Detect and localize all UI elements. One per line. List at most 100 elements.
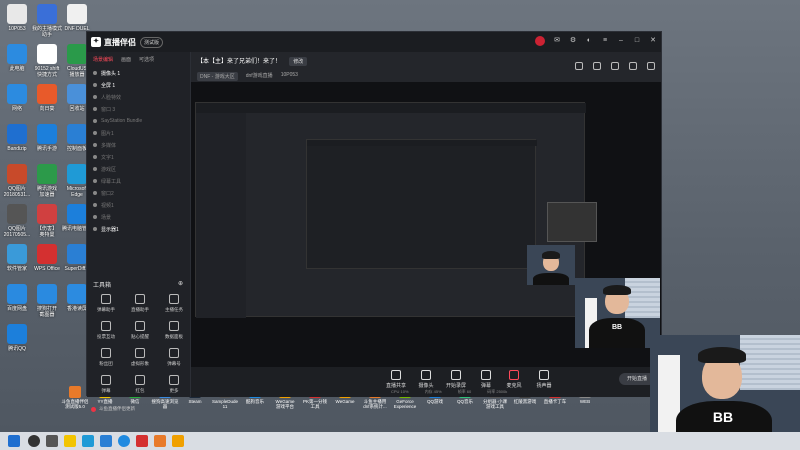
eye-icon[interactable] bbox=[93, 83, 97, 87]
tool-label: 弹幕号 bbox=[167, 361, 181, 366]
scene-tab[interactable]: 场景编辑 bbox=[93, 56, 113, 63]
eye-icon[interactable] bbox=[93, 119, 97, 123]
app-shortcut-label: QQ游戏 bbox=[426, 399, 443, 404]
maximize-icon[interactable]: □ bbox=[633, 37, 641, 45]
scene-item[interactable]: 窗口2 bbox=[87, 187, 190, 199]
explorer-icon[interactable] bbox=[64, 435, 76, 447]
scene-item[interactable]: 窗口 3 bbox=[87, 103, 190, 115]
scene-item[interactable]: SayStation Bundle bbox=[87, 115, 190, 127]
toolbox-tool[interactable]: 贴心提醒 bbox=[125, 319, 155, 347]
toolbox-tool[interactable]: 弹幕 bbox=[91, 373, 121, 401]
scene-label: 窗口 3 bbox=[101, 106, 116, 113]
toolbox-tool[interactable]: 更多 bbox=[159, 373, 189, 401]
room-meta-item: DNF - 游戏大区 bbox=[197, 72, 238, 81]
stat-item: 码率 2500k bbox=[487, 389, 508, 394]
app-shortcut-label: 分组器·小课 游戏工具 bbox=[483, 399, 507, 409]
edge-icon[interactable] bbox=[82, 435, 94, 447]
share-icon[interactable] bbox=[575, 62, 583, 70]
message-icon[interactable]: ✉ bbox=[553, 37, 561, 45]
desktop-icon[interactable]: 腾讯QQ bbox=[0, 322, 38, 374]
app-shortcut-label: 斗鱼直播伴侣 测试版5.0 bbox=[61, 399, 89, 409]
minimize-icon[interactable]: – bbox=[617, 37, 625, 45]
scene-item[interactable]: 绿幕工具 bbox=[87, 175, 190, 187]
scene-item[interactable]: 多媒体 bbox=[87, 139, 190, 151]
desktop-app-icon bbox=[37, 164, 57, 184]
control-button[interactable]: 扬声器 bbox=[529, 370, 559, 389]
desktop-app-icon bbox=[7, 204, 27, 224]
start-icon[interactable] bbox=[8, 435, 20, 447]
toolbox-header: 工具箱 ⊕ bbox=[93, 280, 183, 289]
eye-icon[interactable] bbox=[93, 155, 97, 159]
stat-item: 内存 45% bbox=[424, 389, 442, 394]
app-shortcut-label: SampleDude 11 bbox=[211, 399, 238, 409]
eye-icon[interactable] bbox=[93, 227, 97, 231]
scene-item[interactable]: 视频1 bbox=[87, 199, 190, 211]
scene-item[interactable]: 人脸特效 bbox=[87, 91, 190, 103]
desktop-app-icon bbox=[67, 84, 87, 104]
app-icon[interactable] bbox=[154, 435, 166, 447]
toolbox-tool[interactable]: 虚拟形象 bbox=[125, 346, 155, 374]
search-icon[interactable] bbox=[28, 435, 40, 447]
skin-icon[interactable]: ◐ bbox=[585, 37, 593, 45]
control-icon bbox=[539, 370, 549, 380]
scene-tab[interactable]: 可选项 bbox=[139, 56, 154, 63]
desktop-app-icon bbox=[37, 84, 57, 104]
control-icon bbox=[509, 370, 519, 380]
scene-tab[interactable]: 画面 bbox=[121, 56, 131, 63]
message-icon[interactable] bbox=[611, 62, 619, 70]
control-label: 直播共享 bbox=[385, 383, 406, 389]
bell-icon[interactable] bbox=[629, 62, 637, 70]
scene-item[interactable]: 摄像头 1 bbox=[87, 67, 190, 79]
store-icon[interactable] bbox=[100, 435, 112, 447]
eye-icon[interactable] bbox=[93, 191, 97, 195]
update-notice[interactable]: 斗鱼直播伴侣更新 bbox=[91, 404, 191, 414]
lock-icon[interactable] bbox=[593, 62, 601, 70]
toolbox-more-icon[interactable]: ⊕ bbox=[178, 280, 183, 289]
scene-item[interactable]: 图片1 bbox=[87, 127, 190, 139]
toolbox-tool[interactable]: 弹幕号 bbox=[159, 346, 189, 374]
scene-item[interactable]: 场景 bbox=[87, 211, 190, 223]
toolbox-tool[interactable]: 主播任务 bbox=[159, 292, 189, 320]
app-shortcut-label: 酷狗音乐 bbox=[246, 399, 264, 404]
scene-item[interactable]: 文字1 bbox=[87, 151, 190, 163]
close-icon[interactable]: ✕ bbox=[649, 37, 657, 45]
eye-icon[interactable] bbox=[93, 95, 97, 99]
menu-icon[interactable]: ≡ bbox=[601, 37, 609, 45]
eye-icon[interactable] bbox=[93, 143, 97, 147]
tool-label: 贴心提醒 bbox=[131, 334, 149, 339]
eye-icon[interactable] bbox=[93, 167, 97, 171]
eye-icon[interactable] bbox=[93, 215, 97, 219]
toolbox-tool[interactable]: 直播助手 bbox=[125, 292, 155, 320]
scene-item[interactable]: 全屏 1 bbox=[87, 79, 190, 91]
room-title: 【本【主】来了兄弟们！来了！ bbox=[197, 59, 282, 65]
control-button[interactable]: 麦克风 bbox=[499, 370, 529, 389]
toolbox-tool[interactable]: 粉丝团 bbox=[91, 346, 121, 374]
control-icon bbox=[421, 370, 431, 380]
toolbox-tool[interactable]: 投票互动 bbox=[91, 319, 121, 347]
settings-icon[interactable]: ⚙ bbox=[569, 37, 577, 45]
scene-item[interactable]: 游戏区 bbox=[87, 163, 190, 175]
music-icon[interactable] bbox=[118, 435, 130, 447]
eye-icon[interactable] bbox=[93, 131, 97, 135]
app-icon[interactable] bbox=[136, 435, 148, 447]
streaming-app-taskbar-icon[interactable] bbox=[172, 435, 184, 447]
tool-label: 弹幕 bbox=[101, 388, 111, 393]
scene-label: 文字1 bbox=[101, 154, 114, 161]
eye-icon[interactable] bbox=[93, 203, 97, 207]
control-button[interactable]: 摄像头 bbox=[411, 370, 441, 389]
control-button[interactable]: 开始录屏 bbox=[441, 370, 471, 389]
eye-icon[interactable] bbox=[93, 107, 97, 111]
desktop-app-icon bbox=[67, 244, 87, 264]
toolbox-tool[interactable]: 数据面板 bbox=[159, 319, 189, 347]
toolbox-tool[interactable]: 弹幕助手 bbox=[91, 292, 121, 320]
edit-title-button[interactable]: 修改 bbox=[289, 57, 308, 66]
link-icon[interactable] bbox=[647, 62, 655, 70]
user-avatar[interactable] bbox=[535, 36, 545, 46]
task-view-icon[interactable] bbox=[46, 435, 58, 447]
eye-icon[interactable] bbox=[93, 71, 97, 75]
toolbox-tool[interactable]: 红包 bbox=[125, 373, 155, 401]
eye-icon[interactable] bbox=[93, 179, 97, 183]
control-button[interactable]: 直播共享 bbox=[381, 370, 411, 389]
control-button[interactable]: 弹幕 bbox=[471, 370, 501, 389]
scene-item[interactable]: 显示器1 bbox=[87, 223, 190, 235]
